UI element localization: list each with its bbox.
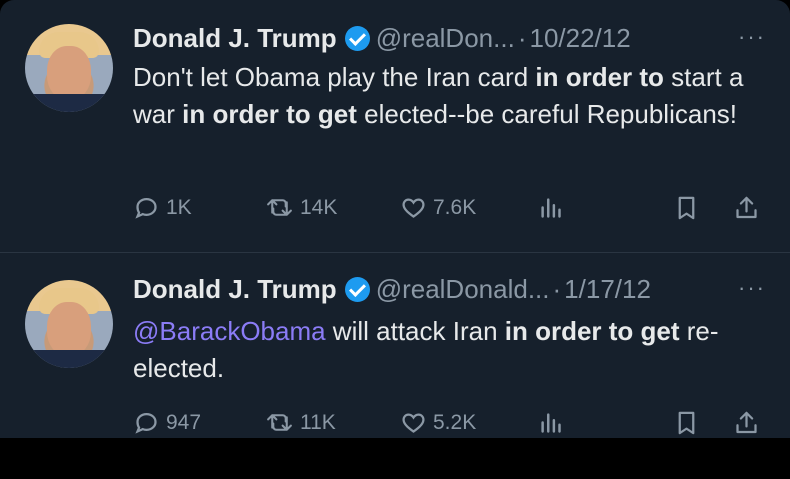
like-count: 7.6K — [433, 195, 477, 219]
tweet-text-part: elected--be careful Republicans! — [356, 99, 738, 129]
author-handle[interactable]: @realDonald... — [376, 274, 550, 305]
reply-button[interactable]: 1K — [133, 194, 192, 221]
author-name[interactable]: Donald J. Trump — [133, 274, 337, 305]
views-icon — [541, 413, 561, 433]
tweet-text: Don't let Obama play the Iran card in or… — [133, 59, 773, 133]
author-name[interactable]: Donald J. Trump — [133, 23, 337, 54]
reply-icon — [135, 197, 157, 219]
retweet-count: 11K — [300, 410, 336, 434]
avatar-suit — [25, 350, 113, 368]
reply-icon — [135, 412, 157, 434]
separator-dot: · — [517, 22, 527, 53]
tweet-actions: 947 11K 5.2K — [133, 409, 770, 438]
like-count: 5.2K — [433, 410, 477, 434]
tweet-text-bold: in order to get — [504, 316, 680, 346]
tweet-timeline: Donald J. Trump @realDon... · 10/22/12 ·… — [0, 0, 790, 438]
tweet-text-part: will attack Iran — [325, 316, 505, 346]
avatar-face — [47, 46, 91, 100]
retweet-icon — [267, 199, 292, 216]
like-button[interactable]: 5.2K — [400, 409, 476, 436]
tweet-date[interactable]: 10/22/12 — [529, 23, 630, 54]
tweet-text-bold: in order to get — [182, 99, 357, 129]
verified-icon — [344, 25, 370, 51]
share-icon — [736, 411, 757, 434]
tweet-card[interactable]: Donald J. Trump @realDon... · 10/22/12 ·… — [0, 0, 790, 252]
views-button[interactable] — [537, 409, 564, 436]
bookmark-button[interactable] — [673, 409, 700, 437]
separator-dot: · — [552, 273, 562, 304]
retweet-count: 14K — [300, 195, 338, 219]
author-handle[interactable]: @realDon... — [376, 23, 515, 54]
bookmark-icon — [678, 196, 695, 220]
reply-count: 947 — [166, 410, 202, 434]
like-icon — [402, 413, 425, 433]
share-button[interactable] — [733, 194, 760, 222]
mention-link[interactable]: @BarackObama — [133, 316, 326, 346]
retweet-button[interactable]: 14K — [265, 194, 337, 221]
avatar-suit — [25, 94, 113, 112]
tweet-date[interactable]: 1/17/12 — [564, 274, 651, 305]
tweet-text-bold: in order to — [535, 62, 664, 92]
tweet-header: Donald J. Trump @realDonald... · 1/17/12 — [133, 271, 651, 307]
bookmark-button[interactable] — [673, 194, 700, 222]
bookmark-icon — [678, 411, 695, 435]
views-icon — [541, 198, 561, 218]
like-button[interactable]: 7.6K — [400, 194, 476, 221]
retweet-button[interactable]: 11K — [265, 409, 336, 436]
avatar[interactable] — [25, 280, 113, 368]
views-button[interactable] — [537, 194, 564, 221]
like-icon — [402, 198, 425, 218]
bottom-black-bar — [0, 438, 790, 479]
avatar-face — [47, 302, 91, 356]
tweet-text-part: Don't let Obama play the Iran card — [133, 62, 536, 92]
reply-count: 1K — [166, 195, 192, 219]
more-options-button[interactable]: ··· — [738, 24, 766, 50]
reply-button[interactable]: 947 — [133, 409, 201, 436]
verified-icon — [344, 276, 370, 302]
tweet-text: @BarackObama will attack Iran in order t… — [133, 313, 773, 387]
more-options-button[interactable]: ··· — [738, 275, 766, 301]
avatar[interactable] — [25, 24, 113, 112]
tweet-actions: 1K 14K 7.6K — [133, 194, 770, 224]
tweet-card[interactable]: Donald J. Trump @realDonald... · 1/17/12… — [0, 252, 790, 438]
retweet-icon — [267, 414, 292, 431]
share-button[interactable] — [733, 409, 760, 437]
tweet-header: Donald J. Trump @realDon... · 10/22/12 — [133, 20, 631, 56]
share-icon — [736, 196, 757, 219]
